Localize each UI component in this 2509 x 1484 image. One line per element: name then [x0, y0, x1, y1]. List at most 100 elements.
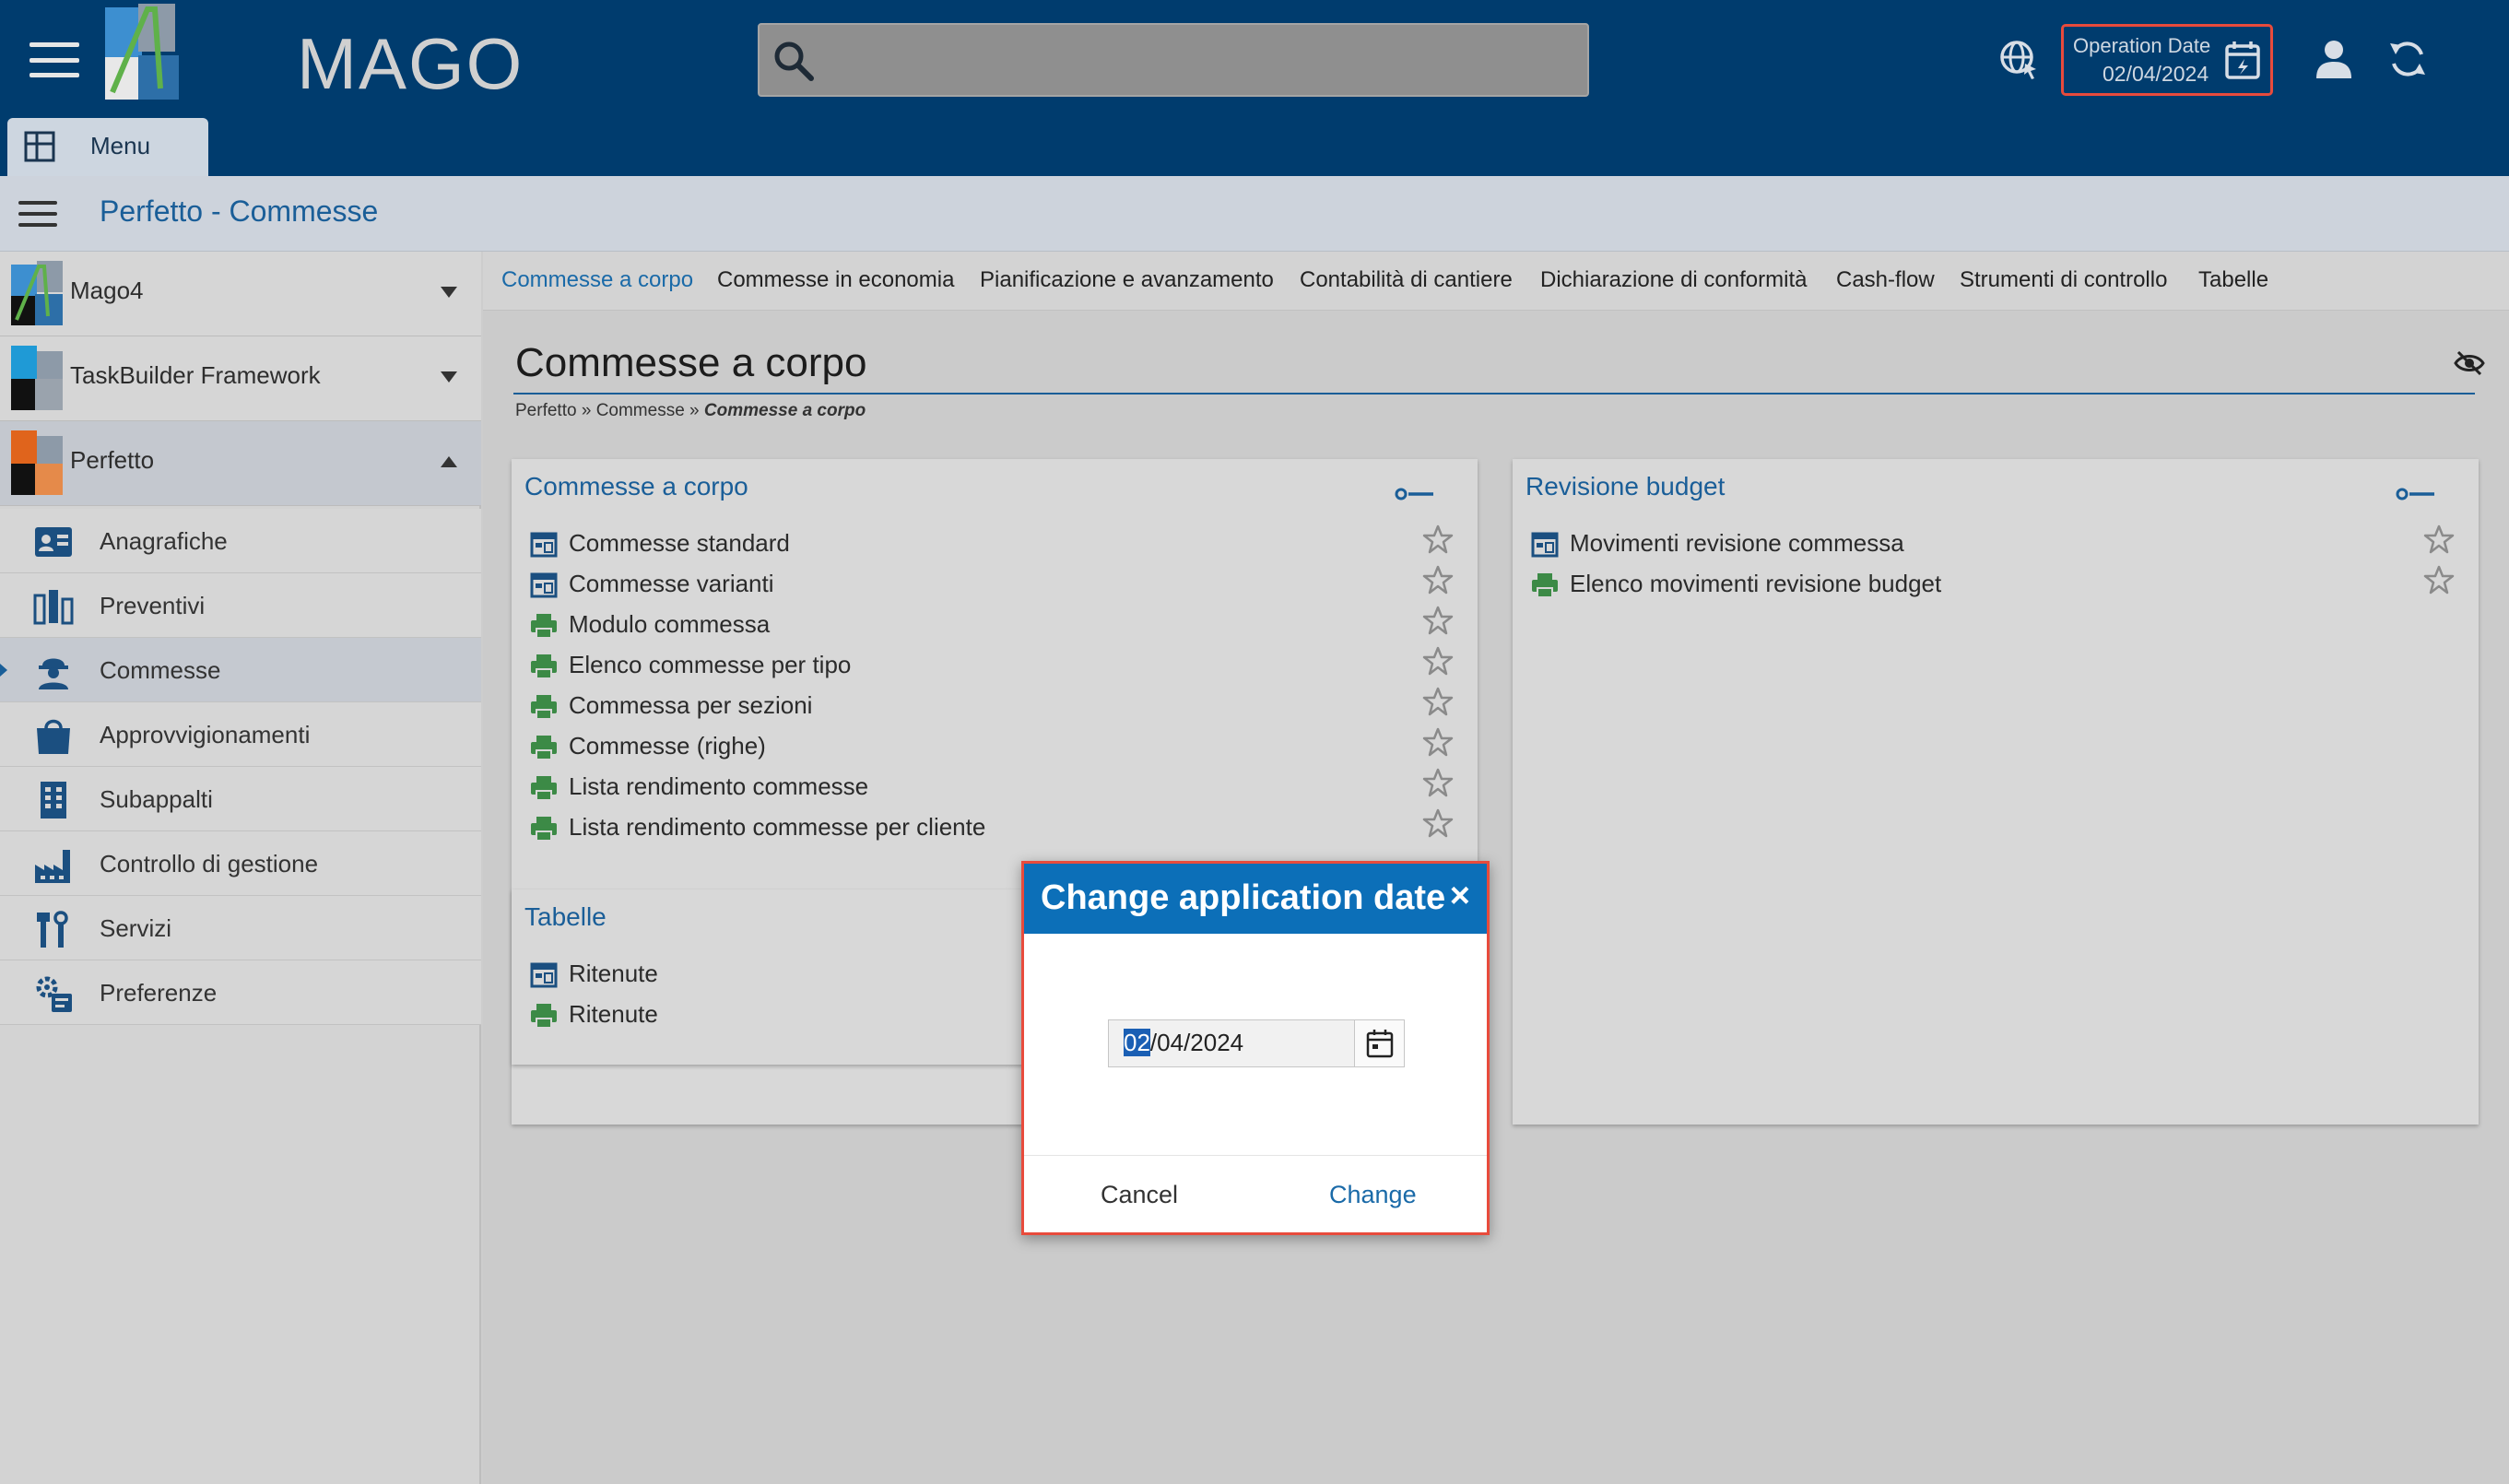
sidebar-item-label: Subappalti — [100, 785, 213, 813]
menu-tab[interactable]: Menu — [7, 118, 208, 176]
sidebar-item-servizi[interactable]: Servizi — [0, 896, 481, 960]
sidebar-toggle-icon[interactable] — [18, 201, 57, 227]
tab-pianificazione-e-avanzamento[interactable]: Pianificazione e avanzamento — [980, 267, 1274, 293]
tab-strumenti-di-controllo[interactable]: Strumenti di controllo — [1960, 267, 2167, 293]
breadcrumb-item[interactable]: Commesse — [596, 401, 685, 420]
search-input[interactable] — [833, 34, 1571, 88]
menu-entry-lista-rendimento-commesse-per-cliente[interactable]: Lista rendimento commesse per cliente — [530, 809, 1452, 846]
menu-entry-lista-rendimento-commesse[interactable]: Lista rendimento commesse — [530, 769, 1452, 806]
menu-entry-label: Movimenti revisione commessa — [1570, 529, 1904, 557]
sidebar-group-taskbuilder[interactable]: TaskBuilder Framework — [0, 336, 481, 421]
favorite-star-icon[interactable] — [2423, 524, 2455, 555]
tab-dichiarazione-di-conformita[interactable]: Dichiarazione di conformità — [1540, 267, 1807, 293]
favorite-star-icon[interactable] — [1422, 645, 1454, 677]
breadcrumb-separator: » — [689, 401, 700, 420]
menu-entry-commesse-standard[interactable]: Commesse standard — [530, 525, 1452, 562]
favorite-star-icon[interactable] — [1422, 524, 1454, 555]
tab-contabilita-di-cantiere[interactable]: Contabilità di cantiere — [1300, 267, 1513, 293]
collapse-toggle-icon[interactable] — [2396, 487, 2436, 501]
sidebar-group-perfetto[interactable]: Perfetto — [0, 421, 481, 506]
date-picker-button[interactable] — [1354, 1020, 1404, 1066]
favorite-star-icon[interactable] — [1422, 767, 1454, 798]
top-header: MAGO Operation Date 02/04/2024 Menu — [0, 0, 2509, 176]
sidebar-group-label: Mago4 — [70, 277, 144, 304]
sidebar-item-label: Servizi — [100, 914, 172, 942]
menu-entry-label: Lista rendimento commesse — [569, 772, 869, 800]
favorite-star-icon[interactable] — [2423, 564, 2455, 595]
sidebar-item-subappalti[interactable]: Subappalti — [0, 767, 481, 831]
date-rest: /04/2024 — [1149, 1029, 1244, 1056]
close-icon[interactable]: × — [1450, 877, 1470, 916]
menu-entry-label: Commesse varianti — [569, 570, 774, 597]
worker-icon — [39, 658, 68, 689]
form-icon — [530, 962, 558, 988]
menu-entry-commesse-righe[interactable]: Commesse (righe) — [530, 728, 1452, 765]
refresh-icon[interactable] — [2380, 31, 2435, 87]
cancel-button[interactable]: Cancel — [1101, 1181, 1178, 1209]
favorite-star-icon[interactable] — [1422, 686, 1454, 717]
eye-off-icon[interactable] — [2454, 347, 2485, 379]
breadcrumb-item[interactable]: Perfetto — [515, 401, 577, 420]
heading-divider — [513, 393, 2475, 395]
operation-date-label: Operation Date — [2073, 34, 2211, 57]
printer-icon — [531, 695, 557, 720]
sidebar-item-anagrafiche[interactable]: Anagrafiche — [0, 509, 481, 573]
calendar-icon — [1366, 1030, 1393, 1058]
panel-title: Revisione budget — [1525, 472, 1726, 501]
operation-date-button[interactable]: Operation Date 02/04/2024 — [2061, 24, 2273, 96]
printer-icon — [1532, 573, 1558, 598]
menu-entry-movimenti-revisione-commessa[interactable]: Movimenti revisione commessa — [1531, 525, 2453, 562]
menu-entry-label: Modulo commessa — [569, 610, 771, 638]
favorite-star-icon[interactable] — [1422, 605, 1454, 636]
search-box[interactable] — [758, 23, 1589, 97]
calendar-icon — [2225, 41, 2260, 79]
menu-entry-label: Ritenute — [569, 960, 658, 987]
tab-commesse-a-corpo[interactable]: Commesse a corpo — [501, 267, 693, 293]
globe-icon[interactable] — [1991, 31, 2046, 87]
printer-icon — [531, 1004, 557, 1029]
sidebar-item-commesse[interactable]: Commesse — [0, 638, 481, 702]
sidebar-item-label: Approvvigionamenti — [100, 721, 311, 748]
panel-title: Tabelle — [524, 902, 607, 931]
change-button[interactable]: Change — [1329, 1181, 1417, 1209]
sidebar-item-label: Commesse — [100, 656, 221, 684]
printer-icon — [531, 654, 557, 679]
dialog-header: Change application date × — [1024, 864, 1487, 934]
favorite-star-icon[interactable] — [1422, 807, 1454, 839]
menu-entry-commesse-varianti[interactable]: Commesse varianti — [530, 566, 1452, 603]
menu-entry-elenco-commesse-per-tipo[interactable]: Elenco commesse per tipo — [530, 647, 1452, 684]
sidebar-item-approvvigionamenti[interactable]: Approvvigionamenti — [0, 702, 481, 767]
panel-title: Commesse a corpo — [524, 472, 748, 501]
user-icon[interactable] — [2306, 31, 2362, 87]
form-icon — [530, 572, 558, 598]
sidebar-group-label: TaskBuilder Framework — [70, 361, 321, 389]
settings-icon — [36, 976, 72, 1012]
printer-icon — [531, 614, 557, 639]
building-icon — [41, 782, 66, 819]
chevron-down-icon — [441, 287, 457, 298]
breadcrumb: Perfetto » Commesse » Commesse a corpo — [515, 401, 866, 421]
menu-entry-modulo-commessa[interactable]: Modulo commessa — [530, 607, 1452, 643]
sidebar-item-preventivi[interactable]: Preventivi — [0, 573, 481, 638]
sidebar-group-mago4[interactable]: Mago4 — [0, 252, 481, 336]
main-menu-icon[interactable] — [29, 42, 79, 77]
favorite-star-icon[interactable] — [1422, 726, 1454, 758]
date-input[interactable]: 02/04/2024 — [1108, 1019, 1405, 1067]
contact-card-icon — [35, 527, 72, 557]
tab-tabelle[interactable]: Tabelle — [2198, 267, 2268, 293]
panel-revisione-budget: Revisione budget Movimenti revisione com… — [1513, 459, 2479, 1125]
sidebar-item-label: Preferenze — [100, 979, 218, 1007]
collapse-toggle-icon[interactable] — [1395, 487, 1435, 501]
menu-entry-label: Commesse standard — [569, 529, 790, 557]
favorite-star-icon[interactable] — [1422, 564, 1454, 595]
columns-icon — [33, 590, 74, 625]
menu-entry-commessa-per-sezioni[interactable]: Commessa per sezioni — [530, 688, 1452, 724]
printer-icon — [531, 817, 557, 842]
dialog-title: Change application date — [1041, 878, 1446, 917]
sidebar-item-controllo-di-gestione[interactable]: Controllo di gestione — [0, 831, 481, 896]
tab-commesse-in-economia[interactable]: Commesse in economia — [717, 267, 954, 293]
sidebar-item-preferenze[interactable]: Preferenze — [0, 960, 481, 1025]
menu-entry-elenco-movimenti-revisione-budget[interactable]: Elenco movimenti revisione budget — [1531, 566, 2453, 603]
menu-entry-label: Ritenute — [569, 1000, 658, 1028]
tab-cash-flow[interactable]: Cash-flow — [1836, 267, 1935, 293]
